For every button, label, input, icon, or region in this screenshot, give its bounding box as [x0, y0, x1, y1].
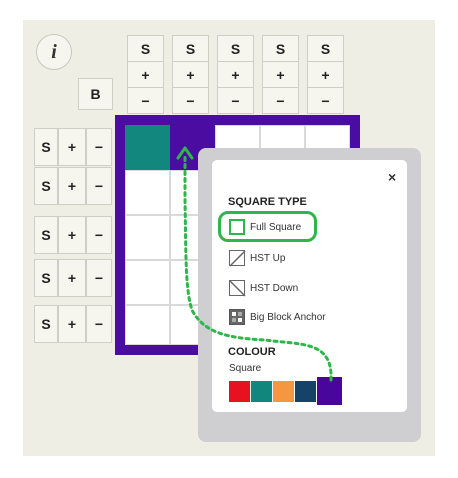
drag-arrow	[176, 146, 333, 382]
